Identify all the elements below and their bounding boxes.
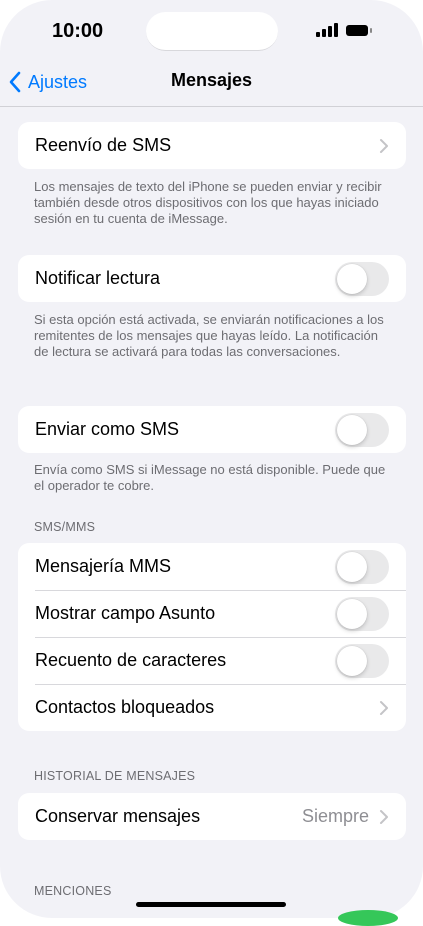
dynamic-island (146, 12, 278, 51)
section-header-historial: HISTORIAL DE MENSAJES (34, 769, 196, 783)
card-enviar-sms: Enviar como SMS (18, 406, 406, 453)
footer-enviar-sms: Envía como SMS si iMessage no está dispo… (34, 462, 386, 493)
navigation-bar: Ajustes Mensajes (0, 58, 423, 107)
signal-icon (316, 23, 338, 37)
toggle-knob (337, 414, 367, 445)
toggle-knob (337, 645, 367, 676)
row-label: Conservar mensajes (35, 806, 201, 826)
row-recuento-caracteres: Recuento de caracteres (18, 637, 406, 684)
row-label: Mensajería MMS (35, 556, 172, 576)
row-label: Mostrar campo Asunto (35, 603, 216, 623)
chevron-right-icon (380, 700, 388, 715)
home-indicator[interactable] (136, 902, 286, 907)
row-label: Notificar lectura (35, 268, 161, 288)
row-mensajeria-mms: Mensajería MMS (18, 543, 406, 590)
battery-icon (346, 25, 368, 36)
page-title: Mensajes (170, 70, 253, 90)
section-header-menciones: MENCIONES (34, 884, 112, 898)
row-contactos-bloqueados[interactable]: Contactos bloqueados (18, 684, 406, 731)
green-decoration (338, 910, 398, 926)
row-label: Reenvío de SMS (35, 135, 172, 155)
enviar-sms-toggle[interactable] (335, 412, 389, 447)
card-sms-mms: Mensajería MMS Mostrar campo Asunto Recu… (18, 543, 406, 731)
chevron-right-icon (380, 138, 388, 153)
card-reenvio: Reenvío de SMS (18, 122, 406, 169)
row-enviar-sms: Enviar como SMS (18, 406, 406, 453)
row-mostrar-asunto: Mostrar campo Asunto (18, 590, 406, 637)
status-time: 10:00 (52, 20, 104, 42)
mensajeria-mms-toggle[interactable] (335, 549, 389, 584)
toggle-knob (337, 551, 367, 582)
mostrar-asunto-toggle[interactable] (335, 596, 389, 631)
toggle-knob (337, 598, 367, 629)
row-notificar-lectura: Notificar lectura (18, 255, 406, 302)
phone-screen: 10:00 Ajustes Mensajes Reenvío de SMS Lo… (0, 0, 423, 918)
card-historial: Conservar mensajes Siempre (18, 793, 406, 840)
battery-tip (370, 28, 372, 33)
row-value: Siempre (301, 806, 369, 826)
toggle-knob (337, 263, 367, 294)
row-reenvio-sms[interactable]: Reenvío de SMS (18, 122, 406, 169)
recuento-caracteres-toggle[interactable] (335, 643, 389, 678)
row-label: Enviar como SMS (35, 419, 180, 439)
footer-reenvio: Los mensajes de texto del iPhone se pued… (34, 179, 382, 226)
section-header-sms-mms: SMS/MMS (34, 520, 96, 534)
card-notificar: Notificar lectura (18, 255, 406, 302)
row-label: Recuento de caracteres (35, 650, 227, 670)
status-bar: 10:00 (0, 0, 423, 62)
chevron-right-icon (380, 809, 388, 824)
footer-notificar: Si esta opción está activada, se enviará… (34, 312, 384, 359)
row-conservar-mensajes[interactable]: Conservar mensajes Siempre (18, 793, 406, 840)
row-label: Contactos bloqueados (35, 697, 215, 717)
notificar-lectura-toggle[interactable] (335, 261, 389, 296)
